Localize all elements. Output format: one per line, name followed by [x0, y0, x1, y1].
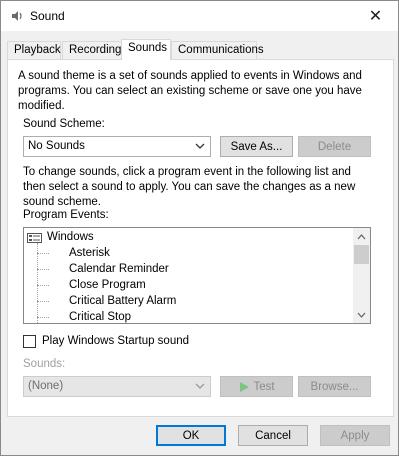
close-icon: ✕	[368, 8, 383, 25]
cancel-button[interactable]: Cancel	[238, 425, 308, 446]
save-as-button[interactable]: Save As...	[220, 136, 293, 157]
scroll-thumb[interactable]	[354, 245, 369, 264]
program-events-label: Program Events:	[23, 209, 109, 221]
event-asterisk: Asterisk	[69, 247, 110, 259]
speaker-icon	[12, 11, 22, 21]
event-critical-battery-alarm: Critical Battery Alarm	[69, 295, 177, 307]
close-button[interactable]: ✕	[353, 1, 398, 31]
list-item[interactable]: Asterisk	[24, 246, 324, 262]
apply-button[interactable]: Apply	[320, 425, 390, 446]
sound-scheme-value: No Sounds	[28, 140, 85, 152]
window-title: Sound	[30, 9, 65, 23]
sound-dialog: Sound ✕ Playback Recording Sounds Commun…	[0, 0, 399, 456]
play-icon	[240, 381, 250, 392]
startup-sound-label[interactable]: Play Windows Startup sound	[42, 335, 189, 347]
title-bar[interactable]: Sound ✕	[1, 1, 398, 31]
list-item[interactable]: Critical Stop	[24, 310, 324, 323]
instructions-text: To change sounds, click a program event …	[23, 166, 356, 208]
tab-playback[interactable]: Playback	[7, 41, 61, 60]
sounds-label: Sounds:	[23, 358, 66, 370]
scroll-down-icon[interactable]	[353, 306, 370, 323]
sound-scheme-select[interactable]: No Sounds	[23, 136, 211, 157]
scroll-up-icon[interactable]	[353, 228, 370, 245]
sound-scheme-label: Sound Scheme:	[23, 118, 105, 130]
event-critical-stop: Critical Stop	[69, 311, 131, 323]
sounds-select[interactable]: (None)	[23, 376, 211, 397]
tab-strip: Playback Recording Sounds Communications	[7, 39, 397, 60]
list-item[interactable]: Calendar Reminder	[24, 262, 324, 278]
sounds-value: (None)	[28, 380, 64, 392]
program-events-list[interactable]: Windows Asterisk Calendar Reminder Close…	[23, 227, 371, 324]
chevron-down-icon	[195, 383, 205, 389]
event-close-program: Close Program	[69, 279, 146, 291]
test-button[interactable]: Test	[220, 376, 293, 397]
ok-button[interactable]: OK	[156, 425, 226, 446]
list-item[interactable]: Close Program	[24, 278, 324, 294]
tab-recording[interactable]: Recording	[62, 41, 122, 60]
scheme-description: A sound theme is a set of sounds applied…	[18, 70, 362, 112]
startup-sound-checkbox[interactable]	[23, 335, 36, 348]
windows-folder-icon	[27, 233, 42, 243]
test-label: Test	[253, 380, 275, 393]
event-calendar-reminder: Calendar Reminder	[69, 263, 169, 275]
delete-button[interactable]: Delete	[298, 136, 371, 157]
tab-communications[interactable]: Communications	[171, 41, 264, 60]
tree-root-windows[interactable]: Windows	[24, 230, 354, 246]
browse-button[interactable]: Browse...	[298, 376, 371, 397]
list-item[interactable]: Critical Battery Alarm	[24, 294, 324, 310]
tab-sounds[interactable]: Sounds	[121, 39, 171, 60]
chevron-down-icon	[195, 143, 205, 149]
list-scrollbar[interactable]	[353, 228, 370, 323]
tree-root-label: Windows	[47, 231, 94, 243]
